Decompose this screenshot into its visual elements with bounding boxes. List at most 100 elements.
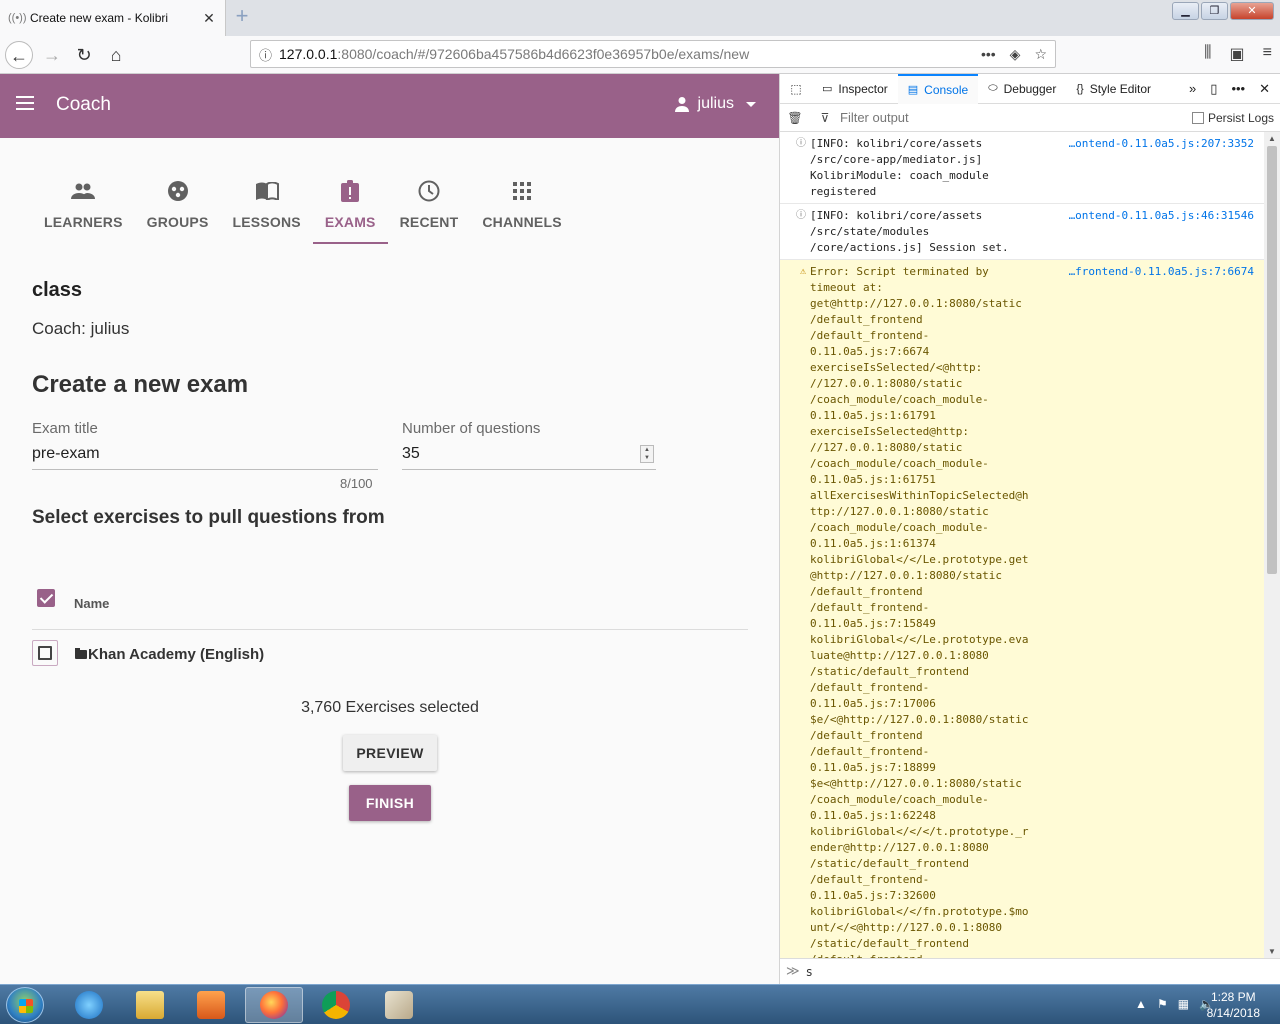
clock-icon <box>418 178 440 204</box>
inspector-icon: ▭ <box>822 83 833 95</box>
scroll-up-icon[interactable]: ▲ <box>1264 134 1280 143</box>
source-link[interactable]: …ontend-0.11.0a5.js:46:31546 <box>1056 208 1264 256</box>
chrome-icon <box>322 991 350 1019</box>
debugger-icon: ⬭ <box>988 82 998 94</box>
ie-icon <box>75 991 103 1019</box>
exam-title-label: Exam title <box>32 420 98 437</box>
home-button[interactable]: ⌂ <box>102 41 130 69</box>
close-devtools-icon[interactable]: ✕ <box>1259 81 1270 97</box>
restore-button[interactable]: ❐ <box>1201 2 1228 20</box>
exercises-selected-summary: 3,760 Exercises selected <box>301 699 479 716</box>
scroll-down-icon[interactable]: ▼ <box>1264 947 1280 956</box>
dock-icon[interactable]: ▯ <box>1210 81 1217 97</box>
loading-icon: ((•)) <box>8 12 27 24</box>
tab-console[interactable]: ▤ Console <box>897 73 979 104</box>
show-hidden-icons[interactable]: ▲ <box>1135 997 1147 1011</box>
paint-icon <box>385 991 413 1019</box>
tab-inspector[interactable]: ▭ Inspector <box>812 74 898 104</box>
source-link[interactable]: …frontend-0.11.0a5.js:7:6674 <box>1056 264 1264 958</box>
book-icon <box>255 178 279 204</box>
back-button[interactable]: ← <box>5 41 33 69</box>
number-of-questions-input[interactable]: 35 <box>402 445 656 463</box>
clock[interactable]: 1:28 PM 8/14/2018 <box>1207 989 1260 1021</box>
tab-lessons[interactable]: LESSONS <box>221 174 313 244</box>
user-menu[interactable]: julius <box>674 95 756 113</box>
menu-icon[interactable]: ≡ <box>1263 44 1272 64</box>
folder-icon <box>75 648 87 659</box>
browser-tab[interactable]: ((•)) Create new exam - Kolibri ✕ <box>0 0 226 36</box>
action-center-icon[interactable]: ⚑ <box>1157 997 1168 1011</box>
close-window-button[interactable]: ✕ <box>1230 2 1274 20</box>
filter-icon[interactable]: ⊽ <box>810 111 840 125</box>
devtools-panel: ⬚ ▭ Inspector ▤ Console ⬭ Debugger {} Style … <box>780 73 1280 984</box>
number-stepper[interactable]: ▲ ▼ <box>640 445 654 463</box>
dropdown-caret-icon <box>746 101 756 107</box>
trash-icon[interactable]: 🗑 <box>780 111 810 125</box>
tab-groups[interactable]: GROUPS <box>135 174 221 244</box>
devtools-menu-icon[interactable]: ••• <box>1231 81 1245 97</box>
finish-button[interactable]: FINISH <box>349 785 431 821</box>
clock-date: 8/14/2018 <box>1206 1006 1260 1020</box>
console-input[interactable]: ≫ s <box>780 958 1280 984</box>
minimize-button[interactable]: ▁ <box>1172 2 1199 20</box>
app-title: Coach <box>56 94 111 115</box>
exam-title-input[interactable]: pre-exam <box>32 445 378 463</box>
element-picker-icon[interactable]: ⬚ <box>780 82 812 96</box>
tab-recent[interactable]: RECENT <box>388 174 471 244</box>
preview-button[interactable]: PREVIEW <box>343 735 437 771</box>
filter-output-input[interactable]: Filter output <box>840 110 1192 125</box>
user-name: julius <box>697 95 734 112</box>
reload-button[interactable]: ↻ <box>70 41 98 69</box>
taskbar-media-player[interactable] <box>182 987 240 1023</box>
persist-logs-checkbox[interactable]: Persist Logs <box>1191 111 1280 125</box>
table-row[interactable]: Khan Academy (English) <box>32 640 748 676</box>
scrollbar-thumb[interactable] <box>1267 146 1277 574</box>
network-icon[interactable]: ▦ <box>1178 997 1189 1011</box>
taskbar-ie[interactable] <box>60 987 118 1023</box>
console-warning: ⚠ Error: Script terminated by timeout at… <box>780 260 1264 958</box>
taskbar-firefox[interactable] <box>245 987 303 1023</box>
exam-title-field[interactable]: Exam title pre-exam <box>32 420 378 470</box>
url-text[interactable]: 127.0.0.1:8080/coach/#/972606ba457586b4d… <box>279 46 981 62</box>
page-title: Create a new exam <box>32 371 249 398</box>
url-bar[interactable]: ⓘ 127.0.0.1:8080/coach/#/972606ba457586b… <box>250 40 1056 68</box>
info-icon[interactable]: ⓘ <box>259 45 279 64</box>
tab-label: GROUPS <box>146 214 209 230</box>
tab-learners[interactable]: LEARNERS <box>32 174 135 244</box>
source-link[interactable]: …ontend-0.11.0a5.js:207:3352 <box>1056 136 1264 200</box>
firefox-icon <box>260 991 288 1019</box>
console-icon: ▤ <box>907 84 919 96</box>
bookmark-star-icon[interactable]: ☆ <box>1034 46 1047 63</box>
select-all-checkbox[interactable] <box>37 589 55 607</box>
start-button[interactable] <box>6 987 44 1023</box>
tab-style-editor[interactable]: {} Style Editor <box>1066 74 1161 104</box>
pocket-icon[interactable]: ◈ <box>1010 46 1021 63</box>
tab-debugger[interactable]: ⬭ Debugger <box>978 74 1066 104</box>
more-tools-icon[interactable]: » <box>1189 81 1196 97</box>
tab-channels[interactable]: CHANNELS <box>470 174 573 244</box>
forward-button[interactable]: → <box>38 41 66 69</box>
console-scrollbar[interactable]: ▲ ▼ <box>1264 132 1280 958</box>
taskbar-explorer[interactable] <box>121 987 179 1023</box>
close-tab-icon[interactable]: ✕ <box>201 10 217 27</box>
tab-label: CHANNELS <box>482 214 562 230</box>
library-icon[interactable]: ⫼ <box>1204 44 1211 64</box>
groups-icon <box>167 178 189 204</box>
input-underline <box>32 469 378 470</box>
topic-name[interactable]: Khan Academy (English) <box>88 646 264 663</box>
console-input-text[interactable]: s <box>806 965 813 979</box>
style-editor-icon: {} <box>1076 82 1084 95</box>
page-actions-icon[interactable]: ••• <box>981 46 996 63</box>
new-tab-button[interactable]: + <box>230 4 254 28</box>
taskbar-paint[interactable] <box>370 987 428 1023</box>
hamburger-menu-icon[interactable] <box>16 96 34 110</box>
row-checkbox[interactable] <box>32 640 58 666</box>
folder-icon <box>136 991 164 1019</box>
sidebar-icon[interactable]: ▣ <box>1230 44 1245 64</box>
taskbar-chrome[interactable] <box>307 987 365 1023</box>
number-of-questions-field[interactable]: Number of questions 35 ▲ ▼ <box>402 420 656 470</box>
column-name-header: Name <box>74 596 110 611</box>
console-message: ⓘ [INFO: kolibri/core/assets /src/core-a… <box>780 132 1264 204</box>
tab-exams[interactable]: EXAMS <box>312 174 388 244</box>
windows-taskbar: ▲ ⚑ ▦ 🔈 1:28 PM 8/14/2018 <box>0 984 1280 1024</box>
